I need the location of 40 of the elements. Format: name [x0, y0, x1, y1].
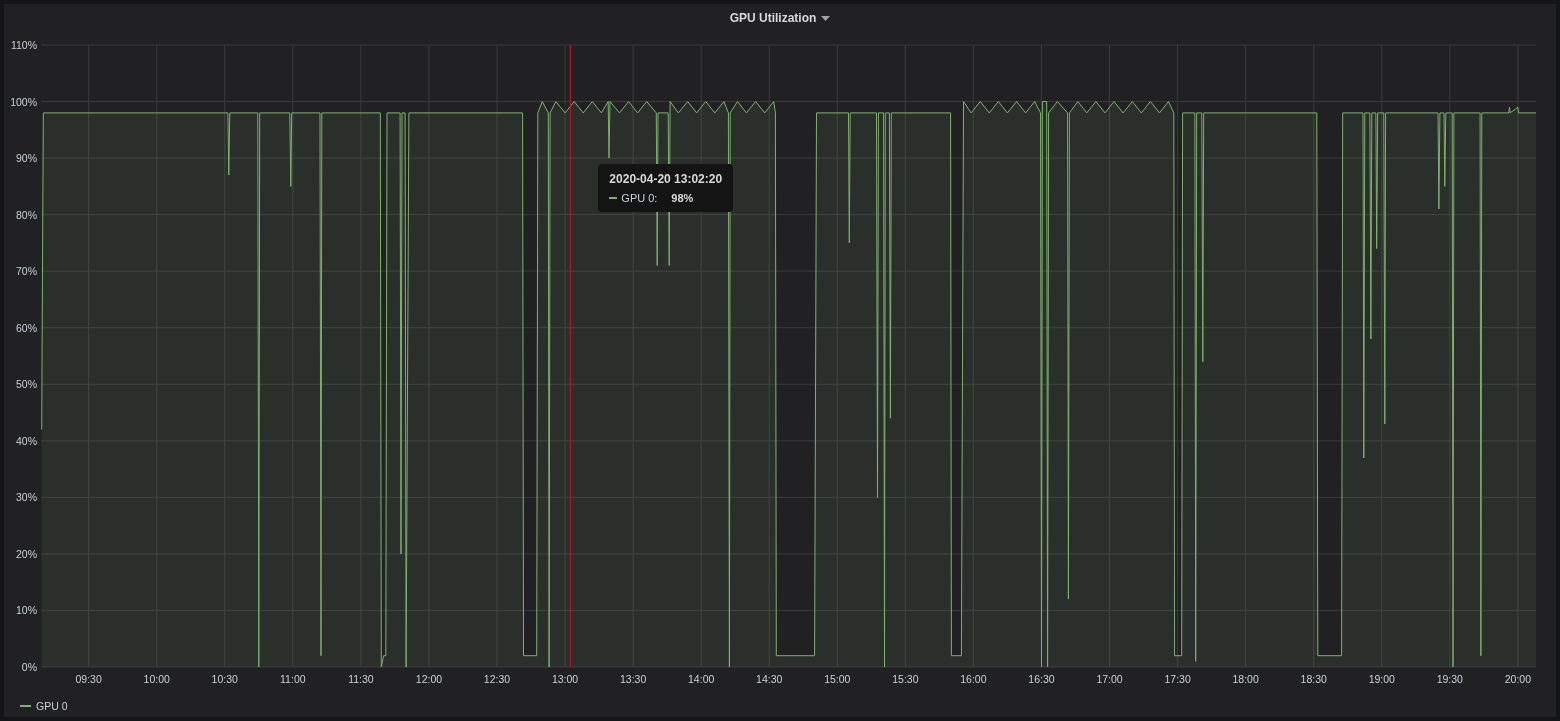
- y-axis-label: 20%: [16, 547, 37, 560]
- panel-title[interactable]: GPU Utilization: [729, 11, 817, 25]
- x-axis-label: 10:00: [143, 673, 170, 685]
- y-axis-label: 80%: [16, 208, 37, 221]
- x-axis-label: 11:00: [280, 673, 306, 685]
- tooltip-time: 2020-04-20 13:02:20: [609, 172, 723, 186]
- x-axis-label: 12:30: [483, 673, 511, 685]
- x-axis-label: 19:30: [1436, 673, 1463, 685]
- caret-icon[interactable]: [821, 15, 831, 21]
- y-axis-label: 40%: [16, 434, 37, 447]
- x-axis-label: 17:00: [1096, 673, 1123, 685]
- x-axis-label: 13:00: [551, 673, 579, 685]
- y-axis-label: 90%: [16, 152, 37, 165]
- tooltip-value: 98%: [671, 192, 694, 204]
- x-axis-label: 13:30: [620, 673, 647, 685]
- x-axis-label: 20:00: [1504, 673, 1532, 685]
- x-axis-label: 16:30: [1028, 673, 1055, 685]
- legend-label[interactable]: GPU 0: [36, 700, 68, 712]
- y-axis-label: 70%: [16, 265, 37, 278]
- y-axis-label: 60%: [16, 321, 37, 334]
- x-axis-label: 18:30: [1300, 673, 1327, 685]
- y-axis-label: 100%: [10, 95, 37, 108]
- x-axis-label: 09:30: [75, 673, 102, 685]
- y-axis-label: 30%: [16, 491, 37, 504]
- tooltip-series: GPU 0:: [621, 192, 659, 204]
- x-axis-label: 11:30: [348, 673, 374, 685]
- y-axis-label: 0%: [21, 661, 37, 673]
- x-axis-label: 10:30: [211, 673, 238, 685]
- x-axis-label: 16:00: [960, 673, 987, 685]
- y-axis-label: 110%: [10, 39, 37, 51]
- x-axis-label: 18:00: [1232, 673, 1259, 685]
- x-axis-label: 15:00: [824, 673, 851, 685]
- y-axis-label: 50%: [16, 378, 37, 391]
- y-axis-label: 10%: [16, 604, 37, 617]
- x-axis-label: 17:30: [1164, 673, 1191, 685]
- x-axis-label: 12:00: [415, 673, 443, 685]
- x-axis-label: 19:00: [1368, 673, 1395, 685]
- x-axis-label: 14:30: [756, 673, 783, 685]
- x-axis-label: 14:00: [688, 673, 715, 685]
- x-axis-label: 15:30: [892, 673, 919, 685]
